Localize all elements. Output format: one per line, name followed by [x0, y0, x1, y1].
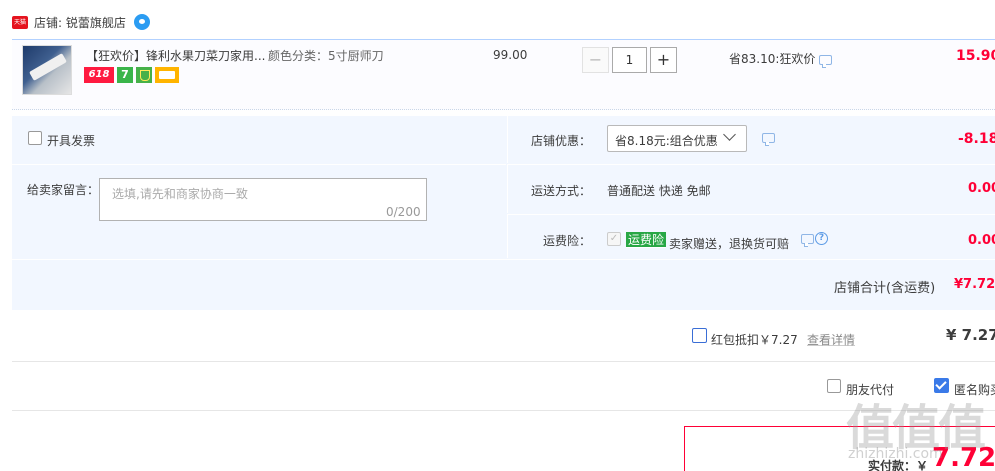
- item-badges: 618 7: [84, 67, 179, 83]
- shipping-insurance-text: 卖家赠送，退换货可赔: [669, 237, 790, 251]
- redpacket-checkbox[interactable]: [692, 328, 707, 343]
- comment-icon[interactable]: [819, 55, 832, 68]
- comment-icon[interactable]: [762, 133, 775, 146]
- item-thumbnail[interactable]: [22, 45, 72, 95]
- shipping-insurance-fee: 0.00: [968, 233, 995, 248]
- shipping-insurance-checkbox: ✓: [607, 232, 621, 246]
- shop-total-label: 店铺合计(含运费): [834, 281, 936, 296]
- shop-total-value: ¥7.72: [954, 277, 995, 292]
- shop-name-link[interactable]: 店铺: 锐蕾旗舰店: [34, 14, 126, 31]
- 618-badge-icon: 618: [84, 67, 114, 83]
- item-total-price: 15.90: [956, 48, 995, 64]
- qty-decrease-button[interactable]: −: [582, 47, 609, 73]
- seller-note-char-count: 0/200: [386, 205, 421, 219]
- item-title-link[interactable]: 【狂欢价】锋利水果刀菜刀家用...: [86, 47, 265, 64]
- shop-discount-value: -8.18: [958, 131, 995, 147]
- shop-header: 天猫 店铺: 锐蕾旗舰店: [12, 13, 150, 31]
- quantity-input[interactable]: [612, 47, 647, 73]
- invoice-checkbox[interactable]: [28, 131, 42, 145]
- friend-pay-checkbox[interactable]: [827, 379, 841, 393]
- watermark-url: zhizhizhi.com: [848, 446, 943, 462]
- redpacket-label[interactable]: 红包抵扣￥7.27: [711, 331, 798, 348]
- item-saving-label: 省83.10:狂欢价: [729, 52, 816, 66]
- shield-guarantee-icon: [136, 67, 152, 83]
- seller-note-placeholder: 选填,请先和商家协商一致: [112, 187, 248, 201]
- shop-discount-label: 店铺优惠：: [530, 134, 591, 148]
- seller-note-label: 给卖家留言：: [27, 183, 100, 197]
- shipping-method: 普通配送 快递 免邮: [607, 184, 711, 198]
- shipping-insurance-label: 运费险：: [542, 234, 591, 248]
- seven-day-return-icon: 7: [117, 67, 133, 83]
- credit-card-icon: [155, 67, 179, 83]
- shipping-label: 运送方式：: [530, 184, 591, 198]
- item-sku: 颜色分类：5寸厨师刀: [268, 49, 384, 63]
- wangwang-chat-icon[interactable]: [133, 14, 150, 30]
- comment-icon[interactable]: [801, 234, 814, 247]
- redpacket-value: ¥ 7.27: [946, 326, 995, 344]
- qty-increase-button[interactable]: +: [650, 47, 677, 73]
- divider: [12, 361, 995, 362]
- shop-discount-selected: 省8.18元:组合优惠: [615, 134, 718, 148]
- item-saving-text: 省83.10:狂欢价: [729, 50, 815, 67]
- tmall-icon: 天猫: [12, 15, 28, 29]
- help-icon[interactable]: ?: [815, 232, 828, 245]
- item-unit-price: 99.00: [493, 48, 528, 62]
- shipping-insurance-badge: 运费险: [626, 232, 667, 248]
- redpacket-detail-link[interactable]: 查看详情: [807, 331, 855, 348]
- shipping-fee: 0.00: [968, 181, 995, 196]
- invoice-label[interactable]: 开具发票: [47, 132, 95, 149]
